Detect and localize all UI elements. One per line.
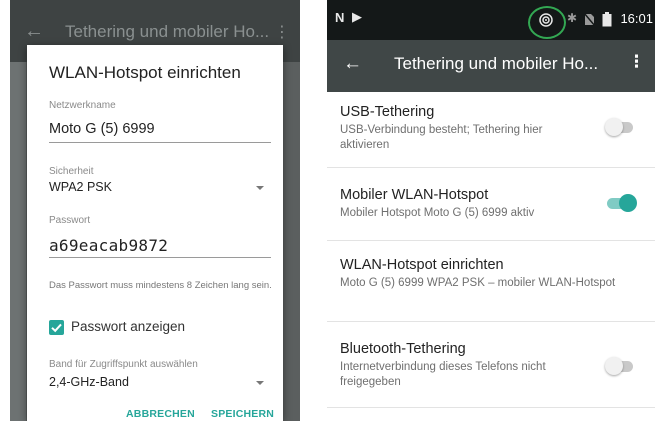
usb-tethering-toggle[interactable] [605, 117, 639, 137]
overflow-menu-icon[interactable]: ⋮ [628, 52, 645, 72]
back-arrow-icon[interactable]: ← [343, 53, 362, 75]
network-name-underline [49, 142, 271, 143]
overflow-menu-icon[interactable]: ⋮ [274, 22, 290, 42]
save-button[interactable]: SPEICHERN [211, 408, 274, 420]
battery-icon [602, 12, 612, 27]
hotspot-setup-dialog: WLAN-Hotspot einrichten Netzwerkname Mot… [27, 45, 283, 421]
status-time: 16:01 [620, 11, 653, 26]
security-select[interactable]: WPA2 PSK [49, 180, 112, 194]
wifi-hotspot-title: Mobiler WLAN-Hotspot [340, 187, 489, 203]
show-password-label[interactable]: Passwort anzeigen [71, 319, 185, 334]
usb-tethering-row[interactable]: USB-Tethering USB-Verbindung besteht; Te… [327, 92, 655, 168]
network-name-label: Netzwerkname [49, 100, 116, 111]
checkmark-icon [51, 323, 62, 333]
bluetooth-tethering-row[interactable]: Bluetooth-Tethering Internetverbindung d… [327, 322, 655, 408]
band-label: Band für Zugriffspunkt auswählen [49, 359, 198, 370]
security-label: Sicherheit [49, 166, 94, 177]
status-bar: N ▶ ✱ 16:01 [327, 0, 655, 40]
wifi-hotspot-subtitle: Mobiler Hotspot Moto G (5) 6999 aktiv [340, 207, 535, 219]
password-label: Passwort [49, 215, 91, 226]
password-underline [49, 257, 271, 258]
hotspot-highlight-circle [528, 6, 566, 39]
wifi-hotspot-toggle[interactable] [605, 193, 639, 213]
dimmed-background [10, 62, 26, 421]
back-arrow-icon[interactable]: ← [24, 20, 44, 43]
right-phone-screen: N ▶ ✱ 16:01 ← Tethering und mobiler Ho..… [327, 0, 655, 421]
hotspot-setup-title: WLAN-Hotspot einrichten [340, 257, 504, 273]
left-app-title: Tethering und mobiler Ho... [65, 22, 270, 41]
bluetooth-tethering-subtitle: Internetverbindung dieses Telefons nicht… [340, 361, 546, 388]
hotspot-setup-subtitle: Moto G (5) 6999 WPA2 PSK – mobiler WLAN-… [340, 277, 616, 289]
show-password-checkbox[interactable] [49, 320, 64, 335]
band-select[interactable]: 2,4-GHz-Band [49, 375, 129, 389]
right-app-bar: ← Tethering und mobiler Ho... ⋮ [327, 40, 655, 92]
bluetooth-tethering-toggle[interactable] [605, 356, 639, 376]
usb-tethering-title: USB-Tethering [340, 104, 435, 120]
left-phone-screen: ← Tethering und mobiler Ho... ⋮ WLAN-Hot… [10, 0, 300, 421]
password-input[interactable]: a69eacab9872 [49, 236, 168, 255]
bluetooth-icon: ✱ [567, 11, 578, 25]
play-flag-icon: ▶ [352, 9, 362, 24]
cancel-button[interactable]: ABBRECHEN [126, 408, 195, 420]
right-app-title: Tethering und mobiler Ho... [394, 54, 599, 73]
band-dropdown-icon[interactable] [256, 381, 264, 385]
dialog-title: WLAN-Hotspot einrichten [49, 63, 241, 82]
password-hint: Das Passwort muss mindestens 8 Zeichen l… [49, 280, 272, 291]
n-icon: N [335, 10, 345, 25]
network-name-input[interactable]: Moto G (5) 6999 [49, 121, 155, 137]
no-sim-icon [584, 13, 595, 26]
hotspot-setup-row[interactable]: WLAN-Hotspot einrichten Moto G (5) 6999 … [327, 241, 655, 322]
wifi-hotspot-row[interactable]: Mobiler WLAN-Hotspot Mobiler Hotspot Mot… [327, 168, 655, 241]
bluetooth-tethering-title: Bluetooth-Tethering [340, 341, 466, 357]
security-dropdown-icon[interactable] [256, 186, 264, 190]
usb-tethering-subtitle: USB-Verbindung besteht; Tethering hier a… [340, 124, 543, 151]
